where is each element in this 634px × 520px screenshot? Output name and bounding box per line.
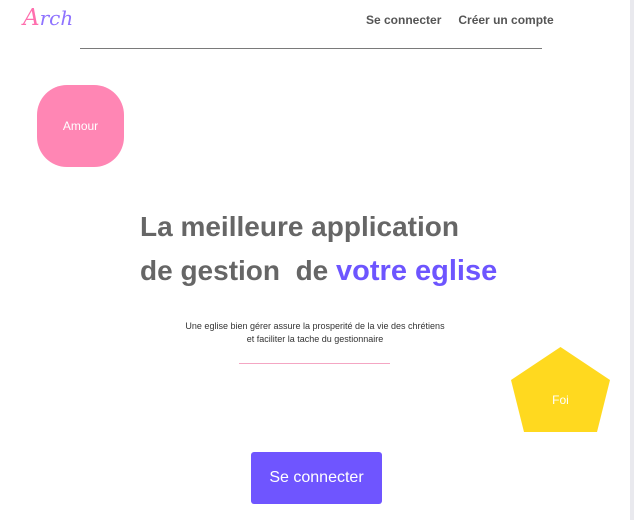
foi-label: Foi (552, 393, 569, 407)
app-logo[interactable]: Arch (23, 4, 73, 32)
pink-divider (239, 363, 390, 364)
login-button[interactable]: Se connecter (251, 452, 382, 504)
amour-label: Amour (62, 119, 99, 133)
hero-title-line2: de gestion de votre eglise (140, 249, 560, 293)
hero-description-line2: et faciliter la tache du gestionnaire (246, 334, 384, 344)
hero-title-line2-prefix: de gestion de (140, 255, 337, 286)
foi-pentagon (511, 347, 610, 432)
logo-initial: A (23, 5, 40, 31)
nav-signup-link[interactable]: Créer un compte (458, 13, 553, 27)
landing-page: Arch Se connecter Créer un compte Amour … (0, 0, 634, 520)
hero-title: La meilleure application de gestion de v… (140, 205, 560, 293)
hero-title-line1: La meilleure application (140, 211, 459, 242)
amour-badge: Amour (37, 85, 124, 167)
logo-rest: rch (39, 6, 74, 30)
foi-pentagon-shape (511, 347, 610, 432)
hero-description-line1: Une eglise bien gérer assure la prosperi… (185, 321, 445, 331)
header-divider (80, 48, 542, 49)
hero-title-accent: votre eglise (336, 255, 498, 287)
hero-description: Une eglise bien gérer assure la prosperi… (150, 320, 480, 346)
window-edge (630, 0, 634, 520)
nav-login-link[interactable]: Se connecter (366, 13, 441, 27)
top-nav: Se connecter Créer un compte (366, 13, 554, 27)
